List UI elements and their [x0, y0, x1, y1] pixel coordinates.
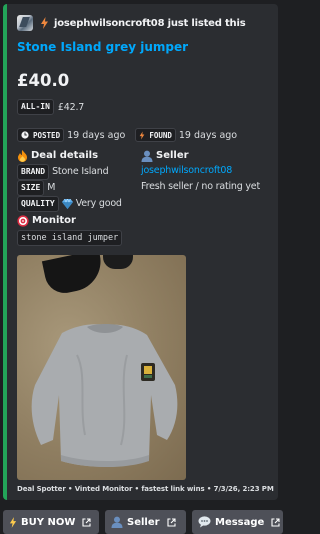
brand-row: BRAND Stone Island — [17, 163, 122, 180]
found-badge: FOUND — [135, 128, 176, 142]
listing-title-link[interactable]: Stone Island grey jumper — [17, 40, 188, 54]
lightning-icon — [9, 516, 17, 528]
size-label: SIZE — [17, 179, 45, 196]
all-in-label: ALL-IN — [17, 99, 54, 115]
person-icon — [141, 150, 153, 162]
lightning-icon — [139, 131, 145, 140]
gem-icon — [61, 198, 73, 209]
size-row: SIZE M — [17, 179, 122, 196]
listing-embed: josephwilsoncroft08 just listed this Sto… — [3, 4, 278, 500]
quality-row: QUALITY Very good — [17, 195, 122, 212]
all-in-row: ALL-IN £42.7 — [17, 99, 84, 115]
listing-photo[interactable] — [17, 255, 186, 480]
author-avatar — [17, 15, 33, 31]
seller-button[interactable]: Seller — [105, 510, 186, 534]
person-icon — [111, 516, 123, 528]
seller-section: Seller josephwilsoncroft08 Fresh seller … — [141, 148, 260, 195]
found-label: FOUND — [149, 130, 172, 140]
clock-icon — [21, 131, 29, 139]
target-icon — [17, 214, 29, 227]
brand-value: Stone Island — [52, 166, 109, 177]
message-button[interactable]: Message — [192, 510, 283, 534]
author-text: josephwilsoncroft08 just listed this — [54, 17, 246, 29]
deal-details-heading: Deal details — [17, 148, 122, 163]
seller-rating: Fresh seller / no rating yet — [141, 181, 260, 192]
posted-badge: POSTED — [17, 128, 65, 142]
found-value: 19 days ago — [178, 129, 238, 141]
posted-value: 19 days ago — [67, 129, 126, 141]
quality-value: Very good — [75, 198, 122, 209]
timestamps-row: POSTED 19 days ago FOUND 19 days ago — [17, 128, 247, 142]
seller-name-link[interactable]: josephwilsoncroft08 — [141, 165, 260, 179]
monitor-heading: Monitor — [17, 213, 122, 228]
buy-now-button[interactable]: BUY NOW — [3, 510, 99, 534]
embed-footer: Deal Spotter • Vinted Monitor • fastest … — [17, 485, 274, 493]
lightning-icon — [41, 17, 48, 29]
external-link-icon — [82, 517, 91, 527]
fire-icon — [17, 149, 28, 162]
external-link-icon — [271, 517, 280, 527]
listing-price: £40.0 — [17, 71, 70, 90]
embed-author: josephwilsoncroft08 just listed this — [17, 14, 246, 32]
quality-label: QUALITY — [17, 195, 59, 212]
monitor-query: stone island jumper — [17, 229, 123, 246]
deal-details-section: Deal details BRAND Stone Island SIZE M Q… — [17, 148, 122, 212]
all-in-value: £42.7 — [57, 101, 85, 113]
posted-label: POSTED — [33, 130, 61, 140]
speech-bubble-icon — [198, 516, 211, 528]
jumper-illustration — [31, 324, 178, 467]
monitor-section: Monitor stone island jumper — [17, 213, 123, 246]
seller-heading: Seller — [141, 148, 260, 163]
external-link-icon — [167, 517, 176, 527]
brand-label: BRAND — [17, 163, 50, 180]
size-value: M — [47, 182, 56, 193]
